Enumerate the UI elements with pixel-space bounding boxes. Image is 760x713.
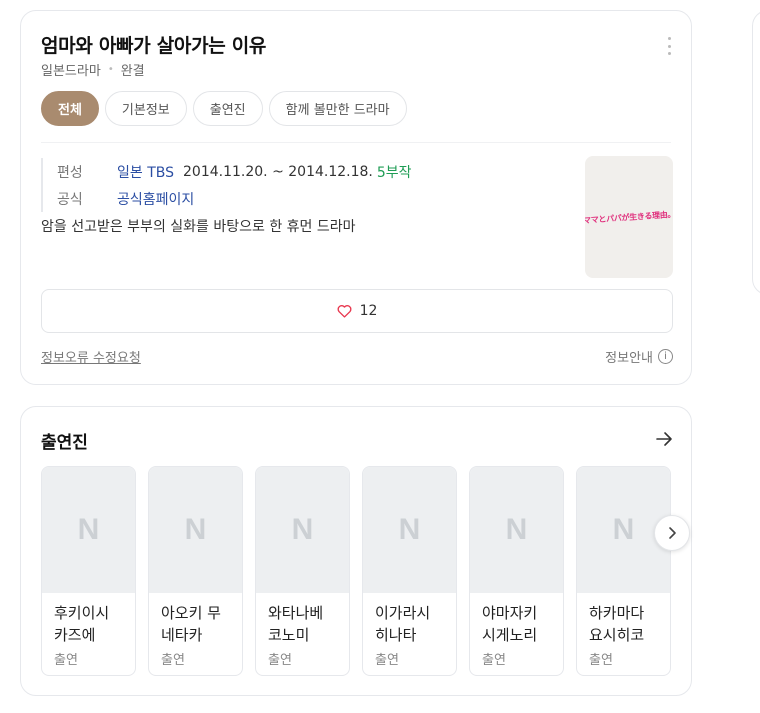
info-guide-button[interactable]: 정보안내 i xyxy=(605,347,673,366)
poster-image[interactable]: ママとパパが生きる理由。 xyxy=(585,156,673,278)
cast-name: 하카마다 요시히코 xyxy=(589,604,645,644)
cast-role: 출연 xyxy=(375,653,399,668)
divider xyxy=(41,142,671,143)
tab-all[interactable]: 전체 xyxy=(41,91,99,126)
channel-link[interactable]: 일본 TBS xyxy=(117,162,174,182)
cast-card-section: 출연진 N 후키이시 카즈에 출연 N 아오키 무네타카 출연 N 와타나베 코… xyxy=(20,406,692,696)
profile-placeholder-icon: N xyxy=(42,467,135,593)
cast-member[interactable]: N 하카마다 요시히코 출연 xyxy=(576,466,671,676)
info-rows: 편성 일본 TBS 2014.11.20. ~ 2014.12.18. 5부작 … xyxy=(41,158,412,212)
drama-title: 엄마와 아빠가 살아가는 이유 xyxy=(41,35,267,57)
dot-icon xyxy=(667,37,671,40)
cast-member[interactable]: N 아오키 무네타카 출연 xyxy=(148,466,243,676)
official-homepage-link[interactable]: 공식홈페이지 xyxy=(117,189,194,209)
arrow-right-icon[interactable] xyxy=(656,431,673,447)
tab-cast[interactable]: 출연진 xyxy=(192,91,263,126)
tab-bar: 전체 기본정보 출연진 함께 볼만한 드라마 xyxy=(41,91,407,126)
cast-name: 아오키 무네타카 xyxy=(161,604,221,644)
info-guide-label: 정보안내 xyxy=(605,351,653,366)
chevron-right-icon xyxy=(669,527,676,539)
next-button[interactable] xyxy=(654,515,690,551)
cast-list: N 후키이시 카즈에 출연 N 아오키 무네타카 출연 N 와타나베 코노미 출… xyxy=(41,466,672,678)
profile-placeholder-icon: N xyxy=(470,467,563,593)
cast-name: 와타나베 코노미 xyxy=(268,604,324,644)
side-panel-edge xyxy=(752,10,760,295)
report-error-link[interactable]: 정보오류 수정요청 xyxy=(41,347,141,366)
drama-info-card: 엄마와 아빠가 살아가는 이유 일본드라마 • 완결 전체 기본정보 출연진 함… xyxy=(20,10,692,385)
cast-role: 출연 xyxy=(161,653,185,668)
tab-basic-info[interactable]: 기본정보 xyxy=(104,91,187,126)
official-row: 공식 공식홈페이지 xyxy=(57,185,412,212)
dot-icon xyxy=(667,44,671,48)
cast-name: 후키이시 카즈에 xyxy=(54,604,110,644)
cast-member[interactable]: N 후키이시 카즈에 출연 xyxy=(41,466,136,676)
drama-meta: 일본드라마 • 완결 xyxy=(41,60,145,79)
poster-logo: ママとパパが生きる理由。 xyxy=(585,209,673,225)
broadcast-dates: 2014.11.20. ~ 2014.12.18. xyxy=(183,163,373,180)
cast-role: 출연 xyxy=(54,653,78,668)
episode-count: 5부작 xyxy=(376,164,412,181)
separator-dot: • xyxy=(107,64,114,75)
synopsis: 암을 선고받은 부부의 실화를 바탕으로 한 휴먼 드라마 xyxy=(41,219,356,235)
genre-label: 일본드라마 xyxy=(41,64,101,79)
more-options-button[interactable] xyxy=(665,37,673,55)
dot-icon xyxy=(667,52,671,55)
broadcast-row: 편성 일본 TBS 2014.11.20. ~ 2014.12.18. 5부작 xyxy=(57,158,412,185)
cast-name: 야마자키 시게노리 xyxy=(482,604,538,644)
cast-heading: 출연진 xyxy=(41,433,88,453)
cast-role: 출연 xyxy=(589,653,613,668)
tab-recommended[interactable]: 함께 볼만한 드라마 xyxy=(268,91,407,126)
profile-placeholder-icon: N xyxy=(256,467,349,593)
official-label: 공식 xyxy=(57,191,83,208)
profile-placeholder-icon: N xyxy=(363,467,456,593)
profile-placeholder-icon: N xyxy=(149,467,242,593)
cast-member[interactable]: N 와타나베 코노미 출연 xyxy=(255,466,350,676)
broadcast-label: 편성 xyxy=(57,164,83,181)
cast-name: 이가라시 히나타 xyxy=(375,604,431,644)
status-label: 완결 xyxy=(120,64,145,79)
heart-icon xyxy=(337,305,352,318)
like-button[interactable]: 12 xyxy=(41,289,673,333)
cast-member[interactable]: N 야마자키 시게노리 출연 xyxy=(469,466,564,676)
like-count: 12 xyxy=(359,303,378,319)
cast-member[interactable]: N 이가라시 히나타 출연 xyxy=(362,466,457,676)
cast-role: 출연 xyxy=(482,653,506,668)
info-icon: i xyxy=(658,349,673,364)
cast-role: 출연 xyxy=(268,653,292,668)
